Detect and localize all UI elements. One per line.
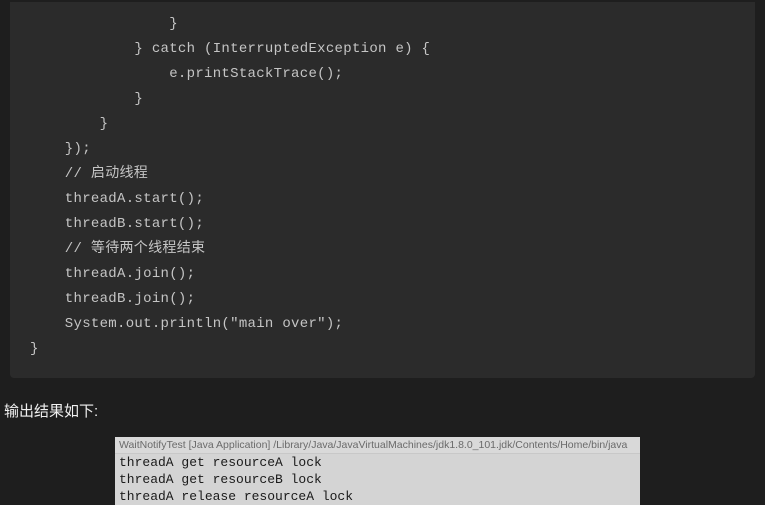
code-line: }	[30, 337, 735, 362]
code-line: }	[30, 12, 735, 37]
code-line: // 等待两个线程结束	[30, 237, 735, 262]
code-line: // 启动线程	[30, 162, 735, 187]
console-line: threadA get resourceA lock	[115, 454, 640, 471]
console-output: WaitNotifyTest [Java Application] /Libra…	[115, 437, 640, 505]
code-line: });	[30, 137, 735, 162]
code-line: e.printStackTrace();	[30, 62, 735, 87]
console-header: WaitNotifyTest [Java Application] /Libra…	[115, 437, 640, 454]
code-line: }	[30, 112, 735, 137]
console-line: threadA release resourceA lock	[115, 488, 640, 505]
console-line: threadA get resourceB lock	[115, 471, 640, 488]
code-line: threadB.start();	[30, 212, 735, 237]
code-line: } catch (InterruptedException e) {	[30, 37, 735, 62]
code-line: threadA.start();	[30, 187, 735, 212]
code-line: System.out.println("main over");	[30, 312, 735, 337]
code-block: } } catch (InterruptedException e) { e.p…	[10, 2, 755, 378]
code-line: threadA.join();	[30, 262, 735, 287]
code-line: }	[30, 87, 735, 112]
output-label: 输出结果如下:	[4, 400, 765, 421]
code-line: threadB.join();	[30, 287, 735, 312]
